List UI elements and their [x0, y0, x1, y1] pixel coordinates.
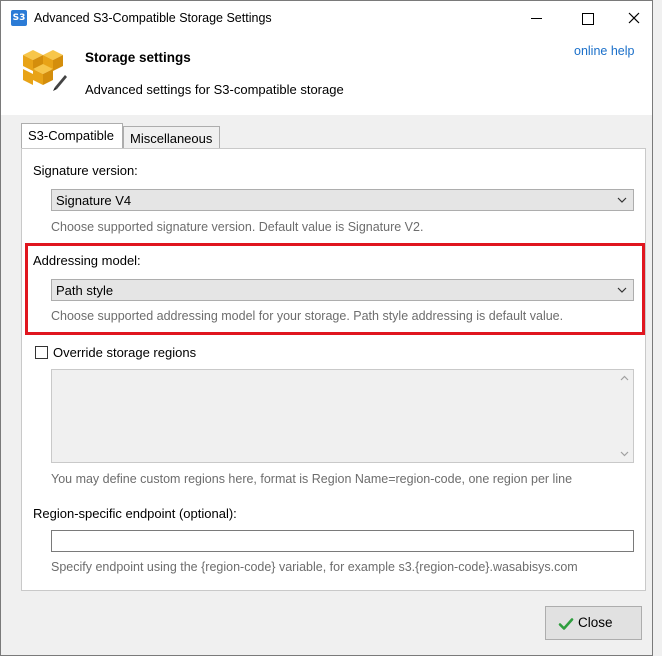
- endpoint-input[interactable]: [51, 530, 634, 552]
- checkmark-icon: [558, 618, 574, 630]
- signature-version-hint: Choose supported signature version. Defa…: [51, 220, 424, 234]
- override-regions-checkbox[interactable]: [35, 346, 48, 359]
- endpoint-hint: Specify endpoint using the {region-code}…: [51, 560, 578, 574]
- addressing-model-value: Path style: [56, 283, 114, 298]
- override-regions-label[interactable]: Override storage regions: [53, 345, 196, 360]
- tab-s3-compatible[interactable]: S3-Compatible: [21, 123, 123, 148]
- title-bar[interactable]: S3 Advanced S3-Compatible Storage Settin…: [1, 1, 652, 35]
- header-area: Storage settings Advanced settings for S…: [1, 35, 652, 115]
- close-window-button[interactable]: [611, 1, 657, 35]
- online-help-link[interactable]: online help: [574, 44, 634, 58]
- app-s3-icon: S3: [11, 10, 27, 26]
- header-subtitle: Advanced settings for S3-compatible stor…: [85, 82, 344, 97]
- tab-miscellaneous[interactable]: Miscellaneous: [123, 126, 220, 148]
- close-button[interactable]: Close: [545, 606, 642, 640]
- regions-scrollbar[interactable]: [616, 370, 633, 462]
- tab-panel-s3-compatible: Signature version: Signature V4 Choose s…: [21, 148, 646, 591]
- signature-version-label: Signature version:: [33, 163, 138, 178]
- scroll-down-icon[interactable]: [620, 449, 629, 458]
- minimize-button[interactable]: [514, 1, 560, 35]
- signature-version-select[interactable]: Signature V4: [51, 189, 634, 211]
- signature-version-value: Signature V4: [56, 193, 132, 208]
- regions-textarea[interactable]: [51, 369, 634, 463]
- endpoint-label: Region-specific endpoint (optional):: [33, 506, 237, 521]
- chevron-down-icon: [617, 197, 627, 203]
- header-title: Storage settings: [85, 50, 191, 65]
- close-icon: [628, 12, 640, 24]
- regions-hint: You may define custom regions here, form…: [51, 472, 573, 486]
- maximize-button[interactable]: [565, 1, 611, 35]
- window-title: Advanced S3-Compatible Storage Settings: [34, 11, 272, 25]
- storage-boxes-icon: [23, 50, 67, 91]
- addressing-model-hint: Choose supported addressing model for yo…: [51, 309, 564, 323]
- close-button-label: Close: [578, 615, 613, 630]
- dialog-window: S3 Advanced S3-Compatible Storage Settin…: [0, 0, 653, 656]
- addressing-model-select[interactable]: Path style: [51, 279, 634, 301]
- addressing-model-label: Addressing model:: [33, 253, 141, 268]
- scroll-up-icon[interactable]: [620, 374, 629, 383]
- chevron-down-icon: [617, 287, 627, 293]
